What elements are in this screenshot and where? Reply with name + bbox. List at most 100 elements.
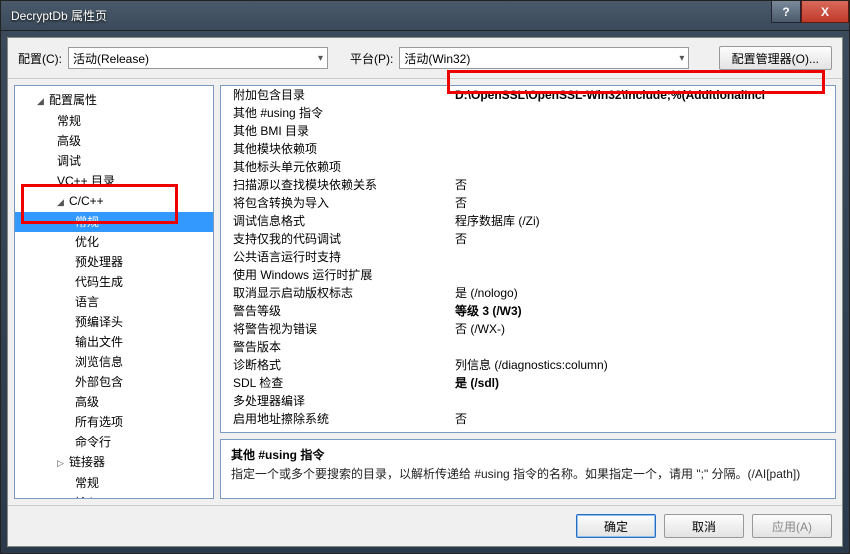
- property-name: 诊断格式: [221, 356, 451, 374]
- property-name: 其他模块依赖项: [221, 140, 451, 158]
- tree-node[interactable]: 高级: [15, 392, 213, 412]
- window-title: DecryptDb 属性页: [11, 7, 107, 24]
- property-value[interactable]: D:\OpenSSL\OpenSSL-Win32\include;%(Addit…: [451, 86, 835, 104]
- property-name: 启用地址擦除系统: [221, 410, 451, 428]
- property-value[interactable]: 是 (/nologo): [451, 284, 835, 302]
- property-row[interactable]: 诊断格式列信息 (/diagnostics:column): [221, 356, 835, 374]
- property-value[interactable]: 否 (/WX-): [451, 320, 835, 338]
- titlebar[interactable]: DecryptDb 属性页 ? X: [1, 1, 849, 31]
- tree-node[interactable]: 输出文件: [15, 332, 213, 352]
- property-row[interactable]: 取消显示启动版权标志是 (/nologo): [221, 284, 835, 302]
- tree-node[interactable]: 优化: [15, 232, 213, 252]
- tree-node[interactable]: 链接器: [15, 452, 213, 473]
- tree-node[interactable]: VC++ 目录: [15, 171, 213, 191]
- property-value[interactable]: 列信息 (/diagnostics:column): [451, 356, 835, 374]
- property-row[interactable]: 支持仅我的代码调试否: [221, 230, 835, 248]
- help-button[interactable]: ?: [771, 1, 801, 23]
- property-name: 支持仅我的代码调试: [221, 230, 451, 248]
- property-name: 警告等级: [221, 302, 451, 320]
- property-row[interactable]: 其他标头单元依赖项: [221, 158, 835, 176]
- property-value[interactable]: [451, 392, 835, 410]
- property-grid[interactable]: 附加包含目录D:\OpenSSL\OpenSSL-Win32\include;%…: [220, 85, 836, 433]
- config-combo[interactable]: 活动(Release) ▾: [68, 47, 328, 69]
- property-value[interactable]: 否: [451, 176, 835, 194]
- tree-node[interactable]: 所有选项: [15, 412, 213, 432]
- window: DecryptDb 属性页 ? X 配置(C): 活动(Release) ▾ 平…: [0, 0, 850, 554]
- property-row[interactable]: 公共语言运行时支持: [221, 248, 835, 266]
- property-value[interactable]: [451, 248, 835, 266]
- client-area: 配置(C): 活动(Release) ▾ 平台(P): 活动(Win32) ▾ …: [1, 31, 849, 553]
- description-pane: 其他 #using 指令 指定一个或多个要搜索的目录，以解析传递给 #using…: [220, 439, 836, 499]
- platform-combo[interactable]: 活动(Win32) ▾: [399, 47, 689, 69]
- chevron-down-icon: ▾: [318, 53, 323, 64]
- description-body: 指定一个或多个要搜索的目录，以解析传递给 #using 指令的名称。如果指定一个…: [231, 465, 825, 482]
- config-row: 配置(C): 活动(Release) ▾ 平台(P): 活动(Win32) ▾ …: [8, 38, 842, 79]
- property-row[interactable]: 附加包含目录D:\OpenSSL\OpenSSL-Win32\include;%…: [221, 86, 835, 104]
- property-row[interactable]: 将包含转换为导入否: [221, 194, 835, 212]
- ok-button[interactable]: 确定: [576, 514, 656, 538]
- apply-button[interactable]: 应用(A): [752, 514, 832, 538]
- config-value: 活动(Release): [73, 50, 149, 67]
- tree-node[interactable]: 配置属性: [15, 90, 213, 111]
- tree-node[interactable]: C/C++: [15, 191, 213, 212]
- property-value[interactable]: [451, 104, 835, 122]
- tree-node[interactable]: 预编译头: [15, 312, 213, 332]
- platform-label: 平台(P):: [350, 50, 393, 67]
- tree-node[interactable]: 高级: [15, 131, 213, 151]
- tree-node[interactable]: 语言: [15, 292, 213, 312]
- property-name: 调试信息格式: [221, 212, 451, 230]
- property-name: 警告版本: [221, 338, 451, 356]
- property-value[interactable]: [451, 266, 835, 284]
- property-value[interactable]: [451, 338, 835, 356]
- nav-tree: 配置属性常规高级调试VC++ 目录C/C++常规优化预处理器代码生成语言预编译头…: [15, 86, 213, 499]
- property-row[interactable]: 其他 BMI 目录: [221, 122, 835, 140]
- property-value[interactable]: 等级 3 (/W3): [451, 302, 835, 320]
- property-value[interactable]: 是 (/sdl): [451, 374, 835, 392]
- description-title: 其他 #using 指令: [231, 446, 825, 463]
- tree-node[interactable]: 外部包含: [15, 372, 213, 392]
- property-value[interactable]: 否: [451, 230, 835, 248]
- tree-node[interactable]: 命令行: [15, 432, 213, 452]
- tree-node[interactable]: 常规: [15, 111, 213, 131]
- property-row[interactable]: 启用地址擦除系统否: [221, 410, 835, 428]
- property-row[interactable]: SDL 检查是 (/sdl): [221, 374, 835, 392]
- tree-node[interactable]: 浏览信息: [15, 352, 213, 372]
- bottom-row: 确定 取消 应用(A): [8, 505, 842, 546]
- tree-node[interactable]: 常规: [15, 212, 213, 232]
- chevron-down-icon: ▾: [679, 53, 684, 64]
- property-value[interactable]: [451, 158, 835, 176]
- property-row[interactable]: 其他 #using 指令: [221, 104, 835, 122]
- property-name: 附加包含目录: [221, 86, 451, 104]
- property-name: 将包含转换为导入: [221, 194, 451, 212]
- property-row[interactable]: 将警告视为错误否 (/WX-): [221, 320, 835, 338]
- config-manager-button[interactable]: 配置管理器(O)...: [719, 46, 832, 70]
- tree-pane[interactable]: 配置属性常规高级调试VC++ 目录C/C++常规优化预处理器代码生成语言预编译头…: [14, 85, 214, 499]
- property-value[interactable]: [451, 122, 835, 140]
- property-value[interactable]: 程序数据库 (/Zi): [451, 212, 835, 230]
- property-row[interactable]: 扫描源以查找模块依赖关系否: [221, 176, 835, 194]
- property-row[interactable]: 警告版本: [221, 338, 835, 356]
- property-value[interactable]: [451, 140, 835, 158]
- grid-wrap: 附加包含目录D:\OpenSSL\OpenSSL-Win32\include;%…: [220, 85, 836, 499]
- property-name: 取消显示启动版权标志: [221, 284, 451, 302]
- property-row[interactable]: 多处理器编译: [221, 392, 835, 410]
- close-button[interactable]: X: [801, 1, 849, 23]
- property-value[interactable]: 否: [451, 194, 835, 212]
- titlebar-buttons: ? X: [771, 1, 849, 30]
- property-row[interactable]: 使用 Windows 运行时扩展: [221, 266, 835, 284]
- tree-node[interactable]: 代码生成: [15, 272, 213, 292]
- property-name: 将警告视为错误: [221, 320, 451, 338]
- tree-node[interactable]: 输入: [15, 493, 213, 499]
- tree-node[interactable]: 预处理器: [15, 252, 213, 272]
- cancel-button[interactable]: 取消: [664, 514, 744, 538]
- tree-node[interactable]: 调试: [15, 151, 213, 171]
- platform-value: 活动(Win32): [404, 50, 470, 67]
- property-value[interactable]: 否: [451, 410, 835, 428]
- property-row[interactable]: 其他模块依赖项: [221, 140, 835, 158]
- property-name: 多处理器编译: [221, 392, 451, 410]
- property-row[interactable]: 调试信息格式程序数据库 (/Zi): [221, 212, 835, 230]
- tree-node[interactable]: 常规: [15, 473, 213, 493]
- inner-panel: 配置(C): 活动(Release) ▾ 平台(P): 活动(Win32) ▾ …: [7, 37, 843, 547]
- property-name: SDL 检查: [221, 374, 451, 392]
- property-row[interactable]: 警告等级等级 3 (/W3): [221, 302, 835, 320]
